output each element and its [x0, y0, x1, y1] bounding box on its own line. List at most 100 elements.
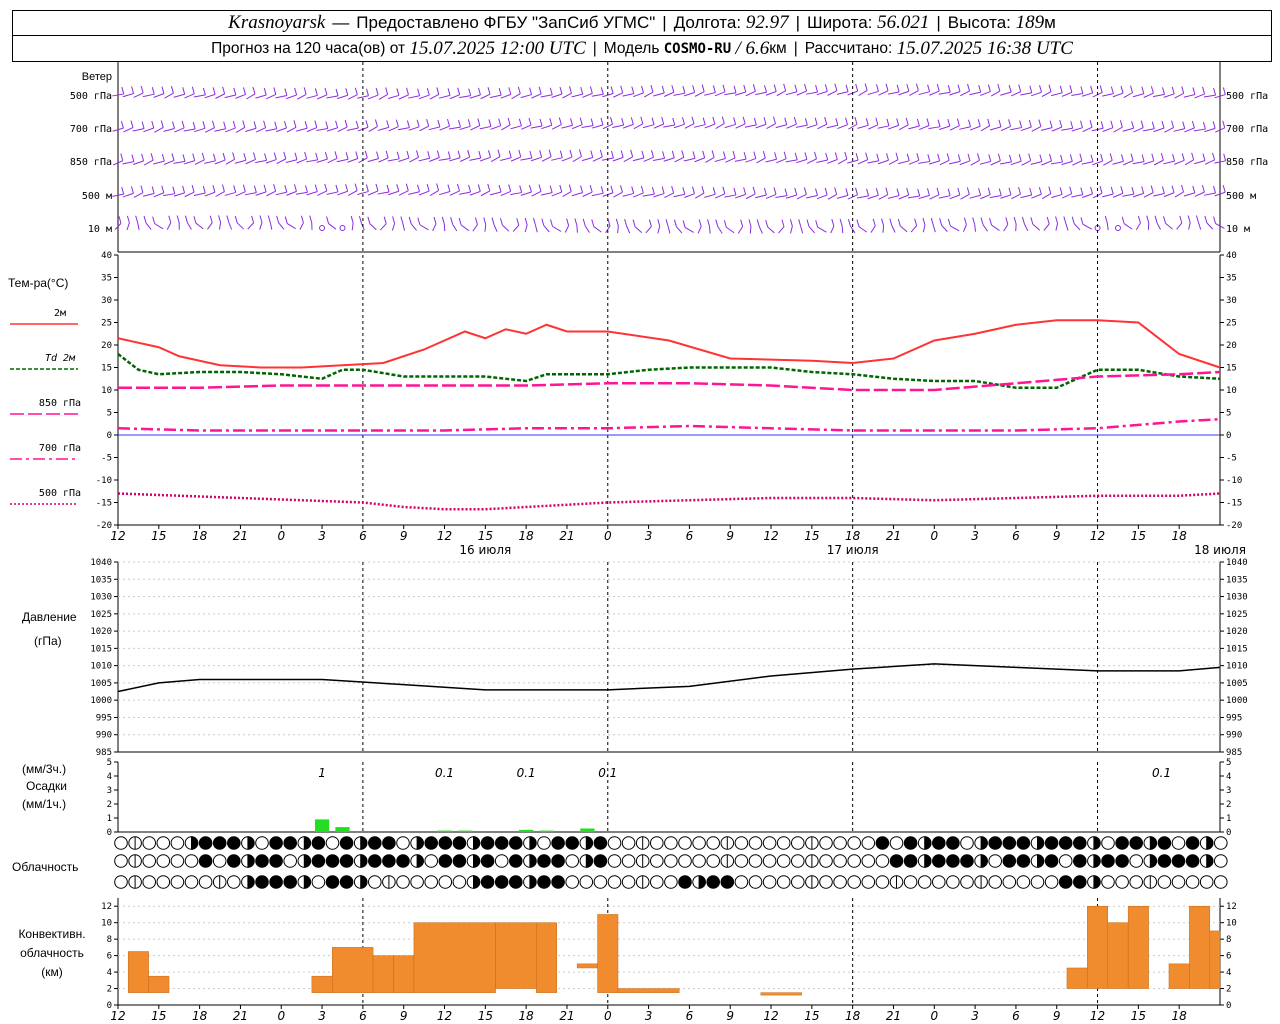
wind-barb-shaft: [510, 192, 522, 196]
cloud-cover-symbol: [156, 875, 171, 889]
calm-wind-mark: [339, 225, 346, 231]
wind-barb-feather: [458, 217, 462, 226]
cloud-cover-symbol: [480, 875, 495, 889]
cloud-cover-symbol: [819, 854, 833, 868]
wind-barb-shaft: [950, 225, 960, 232]
wind-barb-shaft: [551, 93, 563, 99]
cloud-cover-symbol: [1129, 854, 1143, 868]
cloud-cover-symbol: [142, 836, 156, 850]
conv-tick-label-right: 2: [1226, 985, 1231, 995]
cloud-cover-half: [1206, 836, 1214, 850]
wind-barb-feather: [845, 84, 849, 92]
wind-barb-feather: [957, 154, 961, 162]
wind-barb-feather: [748, 219, 752, 227]
wind-barb-feather: [743, 151, 747, 160]
wind-barb-shaft: [255, 94, 267, 99]
wind-barb-feather: [815, 188, 818, 196]
wind-barb-shaft: [551, 191, 562, 197]
wind-barb-feather: [1060, 154, 1064, 163]
pressure-line: [117, 663, 1221, 693]
wind-barb-feather: [733, 187, 737, 196]
wind-barb-shaft: [626, 225, 631, 234]
wind-barb-feather: [226, 215, 230, 223]
wind-barb-shaft: [1082, 193, 1093, 198]
wind-barb-feather: [662, 151, 666, 159]
wind-barb-feather: [416, 119, 420, 127]
cloud-cover-symbol: [946, 854, 960, 868]
cloud-cover-symbol: [1073, 836, 1087, 850]
temp-x-tick-label: 9: [400, 529, 408, 543]
wind-barb-shaft: [634, 226, 643, 234]
wind-barb-feather: [781, 219, 785, 227]
wind-barb-shaft: [173, 93, 185, 98]
wind-barb-shaft: [928, 160, 940, 165]
wind-barb-feather: [1181, 153, 1185, 161]
wind-barb-feather: [926, 188, 930, 196]
wind-barb-shaft: [657, 226, 661, 234]
cloud-cover-symbol: [1214, 836, 1228, 850]
wind-barb-feather: [1191, 152, 1195, 160]
wind-barb-shaft: [642, 193, 655, 197]
wind-barb-feather: [263, 184, 267, 193]
wind-barb-feather: [212, 185, 216, 193]
wind-barb-shaft: [1135, 222, 1141, 230]
wind-barb-shaft: [653, 193, 665, 198]
wind-barb-shaft: [867, 194, 879, 200]
wind-barb-feather: [1119, 120, 1123, 128]
wind-barb-shaft: [388, 190, 399, 196]
wind-barb-feather: [491, 217, 495, 225]
wind-barb-feather: [151, 120, 155, 129]
wind-barb-shaft: [980, 194, 991, 200]
wind-level-label-left: 10 м: [88, 224, 112, 235]
wind-barb-feather: [927, 154, 931, 162]
wind-barb-feather: [549, 185, 553, 193]
wind-barb-shaft: [870, 225, 876, 233]
wind-barb-shaft: [806, 124, 818, 129]
wind-barb-feather: [532, 217, 536, 226]
wind-barb-feather: [408, 216, 412, 225]
wind-barb-feather: [1140, 120, 1144, 128]
precip-bar: [437, 830, 452, 832]
wind-barb-feather: [508, 184, 512, 192]
cloud-cover-symbol: [706, 875, 721, 889]
wind-barb-shaft: [296, 127, 308, 132]
wind-barb-shaft: [552, 225, 562, 232]
wind-barb-feather: [284, 88, 288, 96]
wind-barb-feather: [752, 186, 756, 195]
wind-level-label-right: 500 гПа: [1226, 91, 1268, 102]
wind-barb-shaft: [484, 224, 487, 232]
conv-bar: [495, 922, 537, 989]
wind-level-label-left: 700 гПа: [70, 124, 112, 135]
wind-barb-shaft: [1163, 93, 1175, 98]
wind-barb-shaft: [571, 93, 583, 98]
wind-barb-feather: [692, 151, 696, 159]
cloud-cover-symbol: [283, 854, 298, 868]
wind-barb-shaft: [564, 225, 570, 233]
wind-barb-feather: [354, 87, 358, 95]
wind-barb-feather: [160, 120, 164, 128]
wind-barb-shaft: [123, 127, 134, 133]
wind-barb-shaft: [438, 94, 451, 99]
wind-barb-shaft: [1102, 127, 1114, 132]
wind-barb-shaft: [153, 93, 165, 98]
cloud-cover-symbol: [1129, 836, 1143, 850]
wind-barb-feather: [671, 185, 675, 194]
cloud-cover-half: [360, 854, 368, 868]
wind-barb-shaft: [214, 159, 226, 165]
wind-barb-shaft: [765, 158, 777, 163]
cloud-cover-symbol: [819, 875, 833, 889]
cloud-cover-symbol: [621, 836, 636, 850]
wind-barb-shaft: [1043, 223, 1050, 231]
wind-barb-shaft: [164, 92, 174, 99]
wind-barb-feather: [131, 86, 135, 94]
wind-barb-feather: [722, 84, 726, 92]
wind-barb-shaft: [520, 191, 532, 196]
wind-barb-feather: [574, 218, 578, 226]
cloud-cover-half: [529, 875, 537, 889]
wind-barb-shaft: [949, 194, 961, 200]
wind-barb-feather: [804, 118, 808, 126]
wind-barb-shaft: [510, 125, 522, 130]
wind-barb-feather: [477, 87, 481, 96]
cloud-cover-symbol: [170, 875, 185, 889]
conv-bar: [1087, 905, 1109, 989]
